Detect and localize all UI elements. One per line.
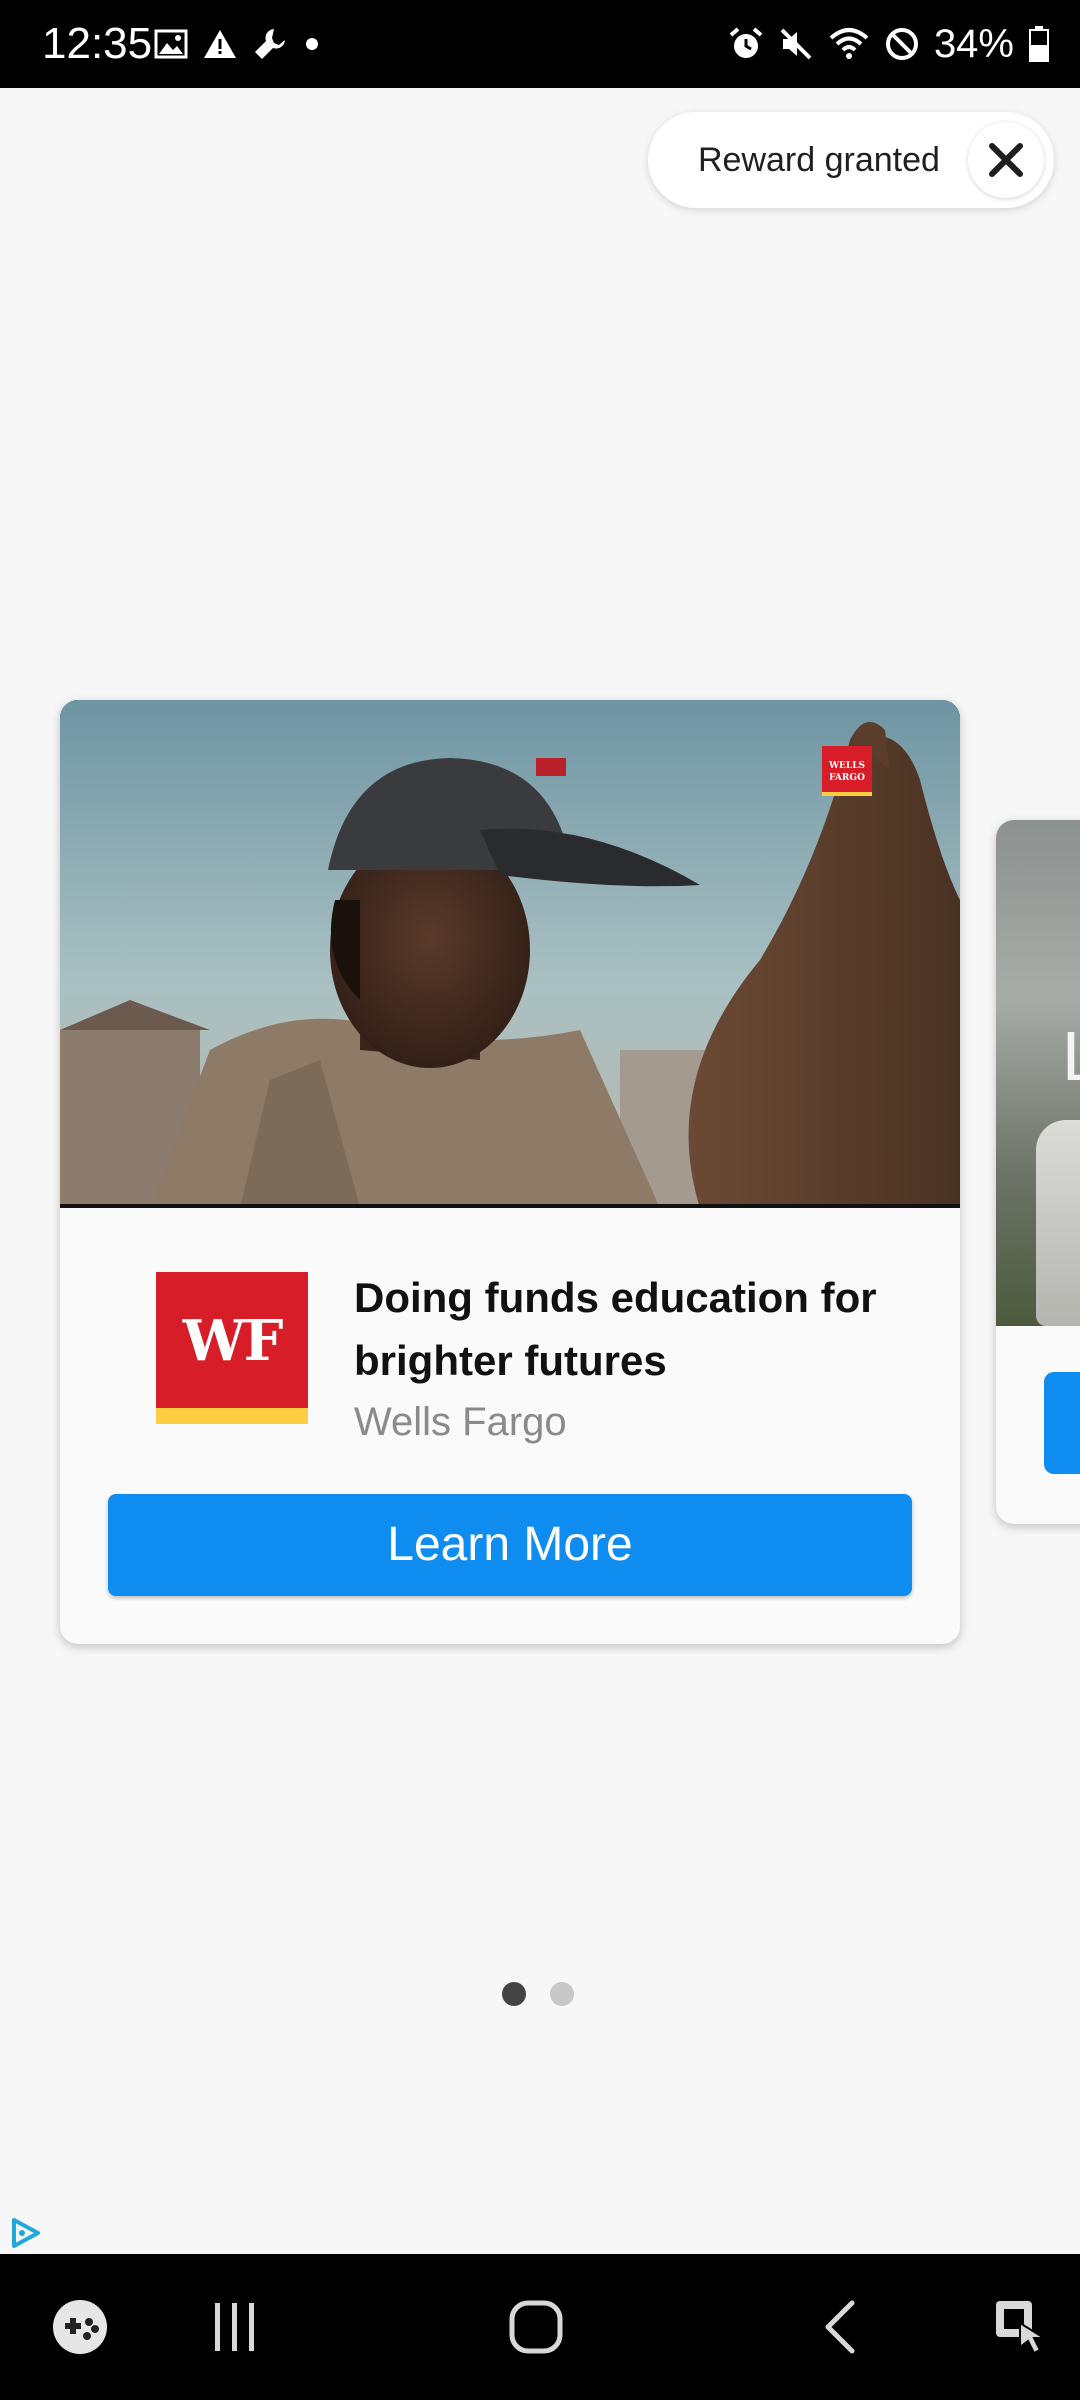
ad-video-image: WELLS FARGO: [60, 700, 960, 1208]
next-ad-horse-image: [1036, 1120, 1080, 1326]
next-ad-card[interactable]: L: [996, 820, 1080, 1524]
dot-icon: [302, 34, 322, 54]
battery-icon: [1028, 25, 1050, 63]
pager-dot-2[interactable]: [550, 1982, 574, 2006]
reward-label: Reward granted: [698, 141, 940, 179]
next-ad-cta-button[interactable]: [1044, 1372, 1080, 1474]
status-bar: 12:35 34%: [0, 0, 1080, 88]
battery-percent: 34%: [933, 22, 1014, 66]
alarm-icon: [728, 26, 764, 62]
adchoices-icon[interactable]: [6, 2214, 44, 2252]
brand-logo-text: WF: [182, 1308, 284, 1374]
status-right-icons: 34%: [728, 20, 1050, 68]
do-not-disturb-icon: [884, 26, 920, 62]
accessibility-button[interactable]: [960, 2254, 1080, 2400]
recents-button[interactable]: [175, 2254, 295, 2400]
media-divider: [60, 1204, 960, 1208]
ad-card[interactable]: WELLS FARGO WF Doing funds education for…: [60, 700, 960, 1644]
status-left-icons: [154, 22, 322, 66]
next-ad-text: L: [1062, 1016, 1080, 1096]
mute-icon: [778, 26, 814, 62]
warning-icon: [202, 28, 238, 60]
navigation-bar: [0, 2254, 1080, 2400]
game-launcher-button[interactable]: [20, 2254, 140, 2400]
reward-chip: Reward granted: [648, 112, 1054, 208]
game-launcher-icon: [53, 2300, 107, 2354]
learn-more-button[interactable]: Learn More: [108, 1494, 912, 1596]
brand-logo-stripe: [156, 1408, 308, 1424]
close-button[interactable]: [968, 122, 1044, 198]
brand-logo[interactable]: WF: [156, 1272, 308, 1424]
wrench-icon: [252, 26, 288, 62]
home-button[interactable]: [476, 2254, 596, 2400]
recents-icon: [215, 2303, 254, 2351]
media-logo-line1: WELLS: [828, 761, 865, 771]
screen: 12:35 34% Reward granted WELLS FARGO WF …: [0, 0, 1080, 2400]
close-icon: [989, 143, 1023, 177]
status-time: 12:35: [42, 19, 153, 68]
ad-video[interactable]: WELLS FARGO: [60, 700, 960, 1208]
ad-headline[interactable]: Doing funds education for brighter futur…: [354, 1266, 934, 1392]
next-ad-media[interactable]: L: [996, 820, 1080, 1326]
media-logo-line2: FARGO: [829, 773, 865, 783]
back-icon: [825, 2300, 855, 2354]
image-icon: [154, 29, 188, 59]
ad-advertiser[interactable]: Wells Fargo: [354, 1396, 567, 1448]
accessibility-icon: [996, 2301, 1048, 2355]
pager-dot-1[interactable]: [502, 1982, 526, 2006]
home-icon: [509, 2300, 563, 2354]
wifi-icon: [828, 26, 870, 62]
carousel-pager: [502, 1982, 574, 2006]
back-button[interactable]: [780, 2254, 900, 2400]
